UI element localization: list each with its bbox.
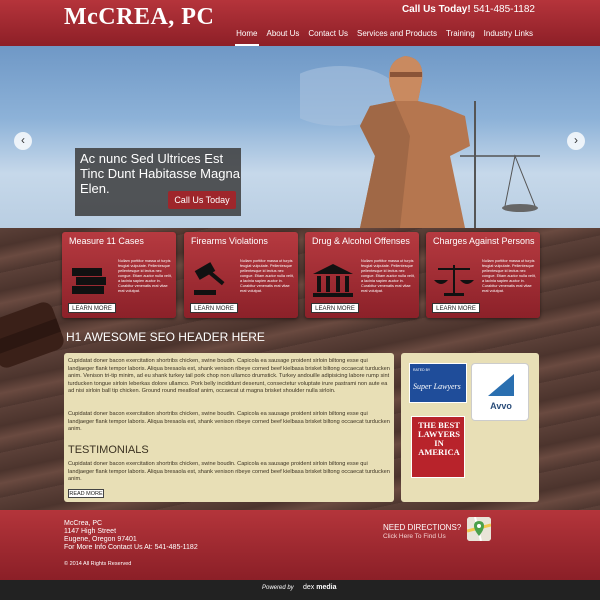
card-title: Drug & Alcohol Offenses <box>312 236 410 246</box>
card-description: Nullam porttitor massa ut turpis feugiat… <box>118 259 172 293</box>
courthouse-icon <box>313 264 353 297</box>
card-title: Charges Against Persons <box>433 236 535 246</box>
avvo-badge[interactable]: Avvo <box>471 363 529 421</box>
learn-more-button[interactable]: LEARN MORE <box>68 303 116 313</box>
content-paragraph: Cupidatat doner bacon exercitation short… <box>68 358 390 394</box>
lady-justice-statue-image <box>300 56 540 228</box>
footer-address: McCrea, PC 1147 High Street Eugene, Oreg… <box>64 520 198 552</box>
nav-contact-us[interactable]: Contact Us <box>307 27 349 46</box>
books-icon <box>72 268 106 294</box>
header-phone[interactable]: 541-485-1182 <box>473 4 535 15</box>
content-paragraph: Cupidatat doner bacon exercitation short… <box>68 411 390 432</box>
avvo-label: Avvo <box>490 401 512 411</box>
footer-city: Eugene, Oregon 97401 <box>64 536 137 543</box>
footer-firm-name: McCrea, PC <box>64 520 103 527</box>
seo-heading: H1 AWESOME SEO HEADER HERE <box>66 330 265 344</box>
testimonial-paragraph: Cupidatat doner bacon exercitation short… <box>68 461 390 482</box>
call-label: Call Us Today! <box>401 4 471 15</box>
map-icon[interactable] <box>467 517 491 541</box>
card-title: Measure 11 Cases <box>69 236 144 246</box>
avvo-logo-icon <box>488 374 514 396</box>
nav-home[interactable]: Home <box>235 27 259 46</box>
nav-services-products[interactable]: Services and Products <box>356 27 438 46</box>
nav-training[interactable]: Training <box>445 27 476 46</box>
read-more-button[interactable]: READ MORE <box>68 489 104 498</box>
nav-industry-links[interactable]: Industry Links <box>483 27 534 46</box>
learn-more-button[interactable]: LEARN MORE <box>190 303 238 313</box>
best-lawyers-label: THE BEST LAWYERS IN AMERICA <box>417 420 461 457</box>
hero-caption-box: Ac nunc Sed Ultrices Est Tinc Dunt Habit… <box>75 148 241 216</box>
super-lawyers-label: Super Lawyers <box>413 382 461 391</box>
super-lawyers-rated: RATED BY <box>413 368 431 372</box>
hero-slider: Ac nunc Sed Ultrices Est Tinc Dunt Habit… <box>0 46 600 228</box>
super-lawyers-badge[interactable]: RATED BY Super Lawyers <box>409 363 467 403</box>
badges-panel: RATED BY Super Lawyers Avvo THE BEST LAW… <box>401 353 539 502</box>
hero-call-button[interactable]: Call Us Today <box>168 191 236 209</box>
powered-by-label: Powered by <box>262 585 294 591</box>
card-description: Nullam porttitor massa ut turpis feugiat… <box>361 259 415 293</box>
powered-by-bar: Powered by dex media <box>0 580 600 600</box>
header-call: Call Us Today! 541-485-1182 <box>402 4 535 15</box>
slider-next-arrow-icon[interactable]: › <box>567 132 585 150</box>
site-header: McCREA, PC Call Us Today! 541-485-1182 H… <box>0 0 600 46</box>
copyright-text: © 2014 All Rights Reserved <box>64 561 132 567</box>
hero-heading: Ac nunc Sed Ultrices Est Tinc Dunt Habit… <box>80 151 240 196</box>
service-card-charges-persons[interactable]: Charges Against Persons Nullam porttitor… <box>426 232 540 318</box>
content-panel: Cupidatat doner bacon exercitation short… <box>64 353 394 502</box>
scales-icon <box>434 265 474 296</box>
service-card-drug-alcohol[interactable]: Drug & Alcohol Offenses Nullam porttitor… <box>305 232 419 318</box>
directions-heading: NEED DIRECTIONS? <box>383 523 462 532</box>
dex-brand-b: media <box>316 584 337 591</box>
site-logo[interactable]: McCREA, PC <box>64 4 214 31</box>
service-card-firearms[interactable]: Firearms Violations Nullam porttitor mas… <box>184 232 298 318</box>
dex-brand-a: dex <box>303 584 315 591</box>
gavel-icon <box>194 262 225 295</box>
footer-contact-info[interactable]: For More Info Contact Us At: 541-485-118… <box>64 544 198 552</box>
learn-more-button[interactable]: LEARN MORE <box>311 303 359 313</box>
footer-street: 1147 High Street <box>64 528 117 535</box>
learn-more-button[interactable]: LEARN MORE <box>432 303 480 313</box>
nav-about-us[interactable]: About Us <box>266 27 301 46</box>
gavel-background-image <box>0 302 64 368</box>
service-card-measure-11[interactable]: Measure 11 Cases Nullam porttitor massa … <box>62 232 176 318</box>
directions-link[interactable]: Click Here To Find Us <box>383 533 446 540</box>
main-nav: Home About Us Contact Us Services and Pr… <box>235 27 534 46</box>
dex-media-logo[interactable]: dex media <box>303 584 336 591</box>
slider-prev-arrow-icon[interactable]: ‹ <box>14 132 32 150</box>
site-footer: McCrea, PC 1147 High Street Eugene, Oreg… <box>0 510 600 580</box>
testimonials-heading: TESTIMONIALS <box>68 444 149 456</box>
best-lawyers-badge[interactable]: THE BEST LAWYERS IN AMERICA <box>411 416 465 478</box>
card-title: Firearms Violations <box>191 236 268 246</box>
card-description: Nullam porttitor massa ut turpis feugiat… <box>482 259 536 293</box>
card-description: Nullam porttitor massa ut turpis feugiat… <box>240 259 294 293</box>
